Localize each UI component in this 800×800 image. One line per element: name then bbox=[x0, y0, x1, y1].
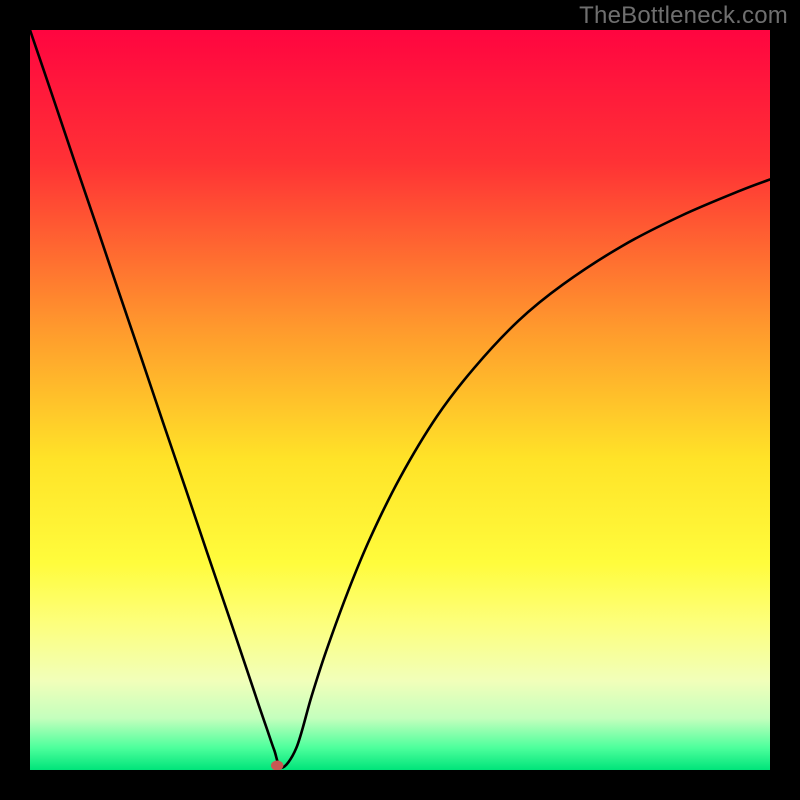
optimum-marker-icon bbox=[271, 761, 283, 770]
plot-area bbox=[30, 30, 770, 770]
bottleneck-curve bbox=[30, 30, 770, 768]
watermark-text: TheBottleneck.com bbox=[579, 2, 788, 30]
chart-frame: TheBottleneck.com bbox=[0, 0, 800, 800]
curve-layer bbox=[30, 30, 770, 770]
